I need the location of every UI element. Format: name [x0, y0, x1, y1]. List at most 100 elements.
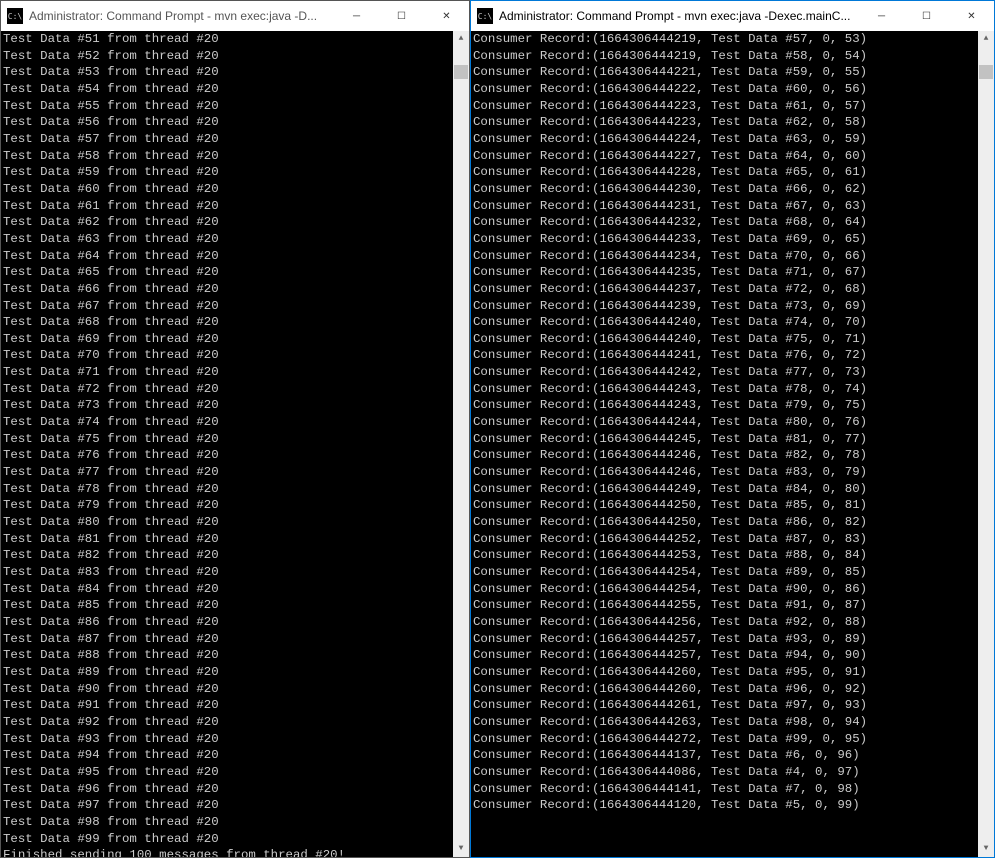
console-line: Test Data #66 from thread #20: [3, 281, 467, 298]
console-line: Test Data #99 from thread #20: [3, 831, 467, 848]
console-line: Test Data #72 from thread #20: [3, 381, 467, 398]
scrollbar[interactable]: ▲ ▼: [978, 31, 994, 857]
maximize-button[interactable]: ☐: [379, 1, 424, 31]
window-controls: ─ ☐ ✕: [859, 1, 994, 31]
console-line: Consumer Record:(1664306444230, Test Dat…: [473, 181, 992, 198]
console-line: Test Data #88 from thread #20: [3, 647, 467, 664]
console-line: Test Data #90 from thread #20: [3, 681, 467, 698]
console-line: Test Data #94 from thread #20: [3, 747, 467, 764]
maximize-button[interactable]: ☐: [904, 1, 949, 31]
console-line: Consumer Record:(1664306444232, Test Dat…: [473, 214, 992, 231]
scroll-up-icon[interactable]: ▲: [978, 31, 994, 47]
console-line: Test Data #59 from thread #20: [3, 164, 467, 181]
console-line: Consumer Record:(1664306444246, Test Dat…: [473, 464, 992, 481]
console-line: Test Data #82 from thread #20: [3, 547, 467, 564]
console-output-left[interactable]: Test Data #51 from thread #20Test Data #…: [1, 31, 469, 857]
console-line: Test Data #97 from thread #20: [3, 797, 467, 814]
console-line: Test Data #85 from thread #20: [3, 597, 467, 614]
console-line: Consumer Record:(1664306444250, Test Dat…: [473, 514, 992, 531]
console-line: Test Data #68 from thread #20: [3, 314, 467, 331]
console-line: Test Data #61 from thread #20: [3, 198, 467, 215]
console-line: Consumer Record:(1664306444231, Test Dat…: [473, 198, 992, 215]
console-line: Consumer Record:(1664306444260, Test Dat…: [473, 681, 992, 698]
titlebar-left[interactable]: C:\ Administrator: Command Prompt - mvn …: [1, 1, 469, 31]
console-line: Consumer Record:(1664306444250, Test Dat…: [473, 497, 992, 514]
console-line: Consumer Record:(1664306444224, Test Dat…: [473, 131, 992, 148]
console-line: Consumer Record:(1664306444239, Test Dat…: [473, 298, 992, 315]
titlebar-right[interactable]: C:\ Administrator: Command Prompt - mvn …: [471, 1, 994, 31]
console-line: Consumer Record:(1664306444219, Test Dat…: [473, 48, 992, 65]
close-button[interactable]: ✕: [424, 1, 469, 31]
console-line: Consumer Record:(1664306444246, Test Dat…: [473, 447, 992, 464]
scroll-thumb[interactable]: [979, 65, 993, 79]
console-line: Test Data #98 from thread #20: [3, 814, 467, 831]
console-line: Test Data #87 from thread #20: [3, 631, 467, 648]
console-line: Test Data #62 from thread #20: [3, 214, 467, 231]
console-line: Test Data #77 from thread #20: [3, 464, 467, 481]
console-line: Test Data #52 from thread #20: [3, 48, 467, 65]
console-line: Test Data #71 from thread #20: [3, 364, 467, 381]
console-line: Test Data #70 from thread #20: [3, 347, 467, 364]
cmd-window-right: C:\ Administrator: Command Prompt - mvn …: [470, 0, 995, 858]
console-line: Test Data #65 from thread #20: [3, 264, 467, 281]
console-line: Consumer Record:(1664306444261, Test Dat…: [473, 697, 992, 714]
console-line: Consumer Record:(1664306444255, Test Dat…: [473, 597, 992, 614]
window-title: Administrator: Command Prompt - mvn exec…: [29, 9, 334, 23]
console-line: Consumer Record:(1664306444256, Test Dat…: [473, 614, 992, 631]
console-line: Consumer Record:(1664306444219, Test Dat…: [473, 31, 992, 48]
console-line: Consumer Record:(1664306444223, Test Dat…: [473, 114, 992, 131]
console-line: Test Data #67 from thread #20: [3, 298, 467, 315]
console-line: Consumer Record:(1664306444120, Test Dat…: [473, 797, 992, 814]
console-line: Consumer Record:(1664306444244, Test Dat…: [473, 414, 992, 431]
console-line: Test Data #76 from thread #20: [3, 447, 467, 464]
console-line: Test Data #54 from thread #20: [3, 81, 467, 98]
console-line: Consumer Record:(1664306444254, Test Dat…: [473, 581, 992, 598]
console-line: Test Data #64 from thread #20: [3, 248, 467, 265]
minimize-button[interactable]: ─: [859, 1, 904, 31]
console-line: Test Data #81 from thread #20: [3, 531, 467, 548]
scroll-down-icon[interactable]: ▼: [978, 841, 994, 857]
console-line: Consumer Record:(1664306444234, Test Dat…: [473, 248, 992, 265]
console-line: Test Data #95 from thread #20: [3, 764, 467, 781]
console-line: Test Data #84 from thread #20: [3, 581, 467, 598]
console-output-right[interactable]: Consumer Record:(1664306444219, Test Dat…: [471, 31, 994, 857]
console-line: Test Data #91 from thread #20: [3, 697, 467, 714]
console-line: Consumer Record:(1664306444257, Test Dat…: [473, 647, 992, 664]
console-line: Test Data #86 from thread #20: [3, 614, 467, 631]
console-line: Test Data #80 from thread #20: [3, 514, 467, 531]
close-button[interactable]: ✕: [949, 1, 994, 31]
console-line: Consumer Record:(1664306444254, Test Dat…: [473, 564, 992, 581]
console-line: Consumer Record:(1664306444221, Test Dat…: [473, 64, 992, 81]
console-line: Test Data #92 from thread #20: [3, 714, 467, 731]
console-line: Consumer Record:(1664306444272, Test Dat…: [473, 731, 992, 748]
console-line: Consumer Record:(1664306444086, Test Dat…: [473, 764, 992, 781]
console-line: Consumer Record:(1664306444243, Test Dat…: [473, 381, 992, 398]
console-line: Consumer Record:(1664306444228, Test Dat…: [473, 164, 992, 181]
cmd-icon: C:\: [7, 8, 23, 24]
console-line: Consumer Record:(1664306444237, Test Dat…: [473, 281, 992, 298]
console-line: Finished sending 100 messages from threa…: [3, 847, 467, 857]
minimize-button[interactable]: ─: [334, 1, 379, 31]
cmd-icon: C:\: [477, 8, 493, 24]
console-line: Test Data #96 from thread #20: [3, 781, 467, 798]
console-line: Consumer Record:(1664306444253, Test Dat…: [473, 547, 992, 564]
console-line: Consumer Record:(1664306444245, Test Dat…: [473, 431, 992, 448]
console-line: Consumer Record:(1664306444223, Test Dat…: [473, 98, 992, 115]
console-line: Test Data #57 from thread #20: [3, 131, 467, 148]
scroll-up-icon[interactable]: ▲: [453, 31, 469, 47]
console-line: Consumer Record:(1664306444260, Test Dat…: [473, 664, 992, 681]
console-line: Test Data #79 from thread #20: [3, 497, 467, 514]
console-line: Consumer Record:(1664306444243, Test Dat…: [473, 397, 992, 414]
console-line: Consumer Record:(1664306444240, Test Dat…: [473, 314, 992, 331]
console-line: Test Data #69 from thread #20: [3, 331, 467, 348]
console-line: Test Data #55 from thread #20: [3, 98, 467, 115]
scroll-thumb[interactable]: [454, 65, 468, 79]
cmd-window-left: C:\ Administrator: Command Prompt - mvn …: [0, 0, 470, 858]
scroll-down-icon[interactable]: ▼: [453, 841, 469, 857]
console-line: Test Data #58 from thread #20: [3, 148, 467, 165]
console-line: Consumer Record:(1664306444235, Test Dat…: [473, 264, 992, 281]
console-line: Consumer Record:(1664306444141, Test Dat…: [473, 781, 992, 798]
window-controls: ─ ☐ ✕: [334, 1, 469, 31]
scrollbar[interactable]: ▲ ▼: [453, 31, 469, 857]
console-line: Test Data #63 from thread #20: [3, 231, 467, 248]
